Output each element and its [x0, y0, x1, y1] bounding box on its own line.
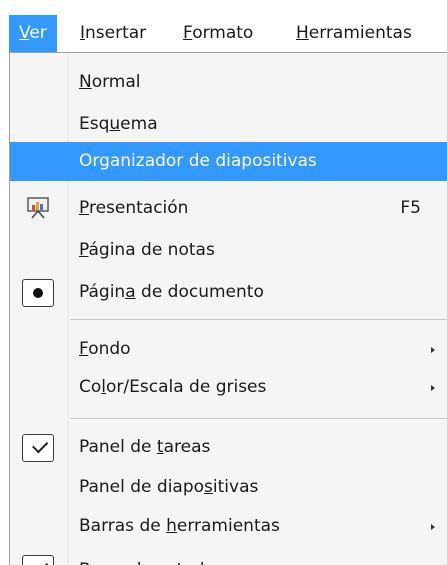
mnemonic: N	[79, 72, 92, 92]
menu-item-presentacion[interactable]: Presentación F5	[10, 189, 447, 228]
label-part: Panel de	[79, 437, 157, 457]
menu-herramientas-mnemonic: H	[296, 23, 309, 43]
label-rest: ondo	[88, 339, 131, 359]
mnemonic: u	[109, 114, 121, 134]
menu-item-panel-tareas[interactable]: Panel de tareas	[10, 428, 447, 467]
menu-item-organizador-label: Organizador de diapositivas	[79, 151, 317, 171]
mnemonic: P	[79, 198, 89, 218]
mnemonic: h	[166, 516, 177, 536]
menu-item-barras-herramientas-label: Barras de herramientas	[79, 507, 280, 546]
label-part: erramientas	[176, 516, 280, 536]
checkmark-icon	[22, 555, 54, 565]
menu-item-panel-diapositivas-label: Panel de diapositivas	[79, 468, 258, 507]
menu-item-esquema-label: Esquema	[79, 105, 158, 144]
menu-item-presentacion-label: Presentación	[79, 189, 188, 228]
label-rest: ágina de notas	[88, 240, 215, 260]
menu-item-panel-diapositivas[interactable]: Panel de diapositivas	[10, 468, 447, 507]
menu-item-esquema[interactable]: Esquema	[10, 105, 447, 144]
label-rest: resentación	[88, 198, 189, 218]
menu-ver[interactable]: Ver	[9, 15, 57, 52]
checkmark-glyph	[32, 437, 49, 454]
menu-item-normal-label: Normal	[79, 63, 141, 102]
checkmark-icon	[22, 434, 54, 462]
menu-herramientas[interactable]: Herramientas	[296, 15, 412, 52]
presentation-icon	[27, 197, 49, 219]
mnemonic: s	[204, 477, 213, 497]
label-part: Págin	[79, 282, 126, 302]
shortcut-f5: F5	[400, 198, 421, 218]
menu-formato-rest: ormato	[192, 23, 254, 43]
menu-ver-rest: er	[29, 23, 47, 43]
menu-ver-mnemonic: V	[19, 23, 30, 43]
mnemonic: P	[79, 240, 89, 260]
submenu-arrow-icon	[431, 347, 435, 353]
menu-insertar[interactable]: Insertar	[80, 15, 146, 52]
menu-herramientas-rest: erramientas	[308, 23, 412, 43]
label-part: Panel de diapo	[79, 477, 205, 497]
menu-item-pagina-documento[interactable]: Página de documento	[10, 273, 447, 312]
label-part: Esq	[79, 114, 110, 134]
menu-insertar-rest: nsertar	[85, 23, 147, 43]
label-part: Barras de	[79, 516, 167, 536]
screen: Ver Insertar Formato Herramientas Normal…	[0, 0, 447, 565]
menu-item-organizador-diapositivas[interactable]: Organizador de diapositivas	[10, 142, 447, 181]
menu-separator	[70, 418, 447, 419]
menu-item-barra-estado-label: Barra de estado	[79, 551, 215, 565]
menu-item-pagina-notas-label: Página de notas	[79, 231, 215, 270]
menu-item-barras-herramientas[interactable]: Barras de herramientas	[10, 507, 447, 546]
mnemonic: F	[79, 339, 89, 359]
menu-bar: Ver Insertar Formato Herramientas	[0, 0, 447, 52]
radio-selected-icon	[22, 279, 54, 307]
radio-dot	[33, 288, 43, 298]
menu-item-color-escala-label: Color/Escala de grises	[79, 368, 266, 407]
mnemonic: a	[125, 282, 136, 302]
menu-item-pagina-documento-label: Página de documento	[79, 273, 264, 312]
label-part: ema	[120, 114, 158, 134]
menu-formato[interactable]: Formato	[183, 15, 253, 52]
ver-dropdown-menu: Normal Esquema Organizador de diapositiv…	[9, 52, 447, 565]
menu-formato-mnemonic: F	[183, 23, 193, 43]
label-rest: ormal	[91, 72, 141, 92]
menu-separator	[70, 319, 447, 320]
label-part: areas	[163, 437, 211, 457]
mnemonic: t	[156, 437, 164, 457]
checkmark-glyph	[32, 558, 49, 565]
menu-item-barra-estado[interactable]: Barra de estado	[10, 547, 447, 565]
menu-item-panel-tareas-label: Panel de tareas	[79, 428, 210, 467]
menu-item-fondo-label: Fondo	[79, 330, 131, 369]
submenu-arrow-icon	[431, 385, 435, 391]
label-part: or/Escala de grises	[106, 377, 267, 397]
menu-item-normal[interactable]: Normal	[10, 63, 447, 102]
menu-item-pagina-notas[interactable]: Página de notas	[10, 231, 447, 270]
label-part: itivas	[212, 477, 259, 497]
menu-item-color-escala-grises[interactable]: Color/Escala de grises	[10, 368, 447, 407]
submenu-arrow-icon	[431, 524, 435, 530]
label-part: Co	[79, 377, 102, 397]
menu-item-fondo[interactable]: Fondo	[10, 330, 447, 369]
label-part: de documento	[135, 282, 264, 302]
